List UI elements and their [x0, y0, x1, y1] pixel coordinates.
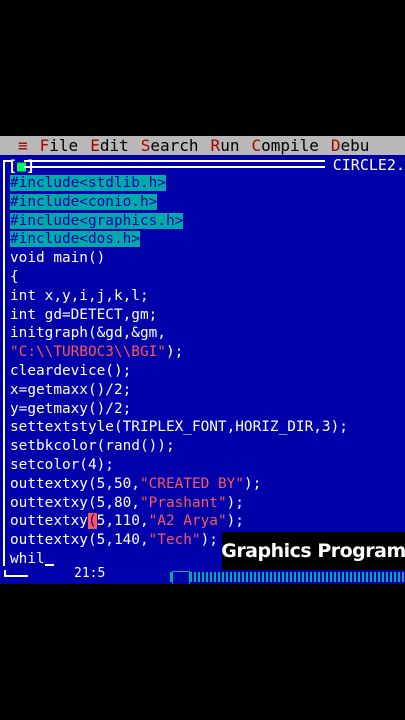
- string-literal: "Tech": [148, 532, 201, 549]
- code-text: 5,110,: [96, 513, 149, 530]
- horizontal-scrollbar[interactable]: [170, 572, 405, 582]
- code-text: outtextxy(5,140,: [10, 532, 149, 549]
- turbo-c-editor-screen: ≡ File Edit Search Run Compile Debu [■] …: [0, 136, 405, 584]
- menu-debug[interactable]: Debu: [331, 136, 370, 155]
- menu-run[interactable]: Run: [211, 136, 240, 155]
- insert-caret: [44, 563, 54, 566]
- code-line: settextstyle(TRIPLEX_FONT,HORIZ_DIR,3);: [10, 419, 348, 436]
- code-editor[interactable]: #include<stdlib.h> #include<conio.h> #in…: [10, 174, 348, 569]
- code-text: whil: [10, 550, 45, 567]
- code-line: outtextxy(5,50,"CREATED BY");: [10, 475, 348, 494]
- selected-code: #include<conio.h>: [10, 193, 158, 210]
- menu-file-hotkey: F: [39, 136, 50, 155]
- window-left-border: [3, 174, 5, 566]
- code-line: outtextxy(5,110,"A2 Arya");: [10, 512, 348, 531]
- window-frame-bottom-corner: [4, 570, 28, 577]
- title-double-line: [24, 160, 325, 168]
- code-line: setcolor(4);: [10, 456, 114, 473]
- menu-file[interactable]: File: [40, 136, 79, 155]
- menu-edit[interactable]: Edit: [90, 136, 129, 155]
- code-text: outtextxy: [10, 513, 88, 530]
- menu-search-label: earch: [150, 136, 199, 155]
- string-literal: "C:\\TURBOC3\\BGI": [10, 344, 166, 361]
- close-bracket-left: [: [8, 157, 18, 175]
- code-line: outtextxy(5,80,"Prashant");: [10, 494, 348, 513]
- code-line: int x,y,i,j,k,l;: [10, 287, 149, 304]
- code-line: void main(): [10, 250, 106, 267]
- menu-search-hotkey: S: [140, 136, 151, 155]
- system-menu-icon[interactable]: ≡: [18, 136, 28, 155]
- menu-search[interactable]: Search: [141, 136, 199, 155]
- code-line: setbkcolor(rand());: [10, 438, 175, 455]
- cursor-position: 21:5: [74, 566, 106, 581]
- code-line: {: [10, 268, 19, 285]
- code-line: x=getmaxx()/2;: [10, 381, 132, 398]
- menu-debug-hotkey: D: [330, 136, 341, 155]
- code-text: );: [226, 494, 244, 511]
- code-text: );: [243, 475, 262, 492]
- menu-debug-label: ebu: [340, 136, 370, 155]
- menu-file-label: ile: [49, 136, 79, 155]
- selected-code: #include<stdlib.h>: [10, 175, 166, 191]
- string-literal: "Prashant": [139, 494, 227, 511]
- code-text: outtextxy(5,80,: [10, 494, 140, 511]
- code-text: );: [200, 532, 218, 549]
- menu-edit-hotkey: E: [90, 136, 100, 155]
- code-line: #include<stdlib.h>: [10, 174, 348, 193]
- text-cursor: (: [87, 513, 97, 530]
- menu-run-hotkey: R: [210, 136, 221, 155]
- video-caption-overlay: Graphics Program: [221, 532, 405, 570]
- menu-compile-hotkey: C: [251, 136, 262, 155]
- menu-bar: ≡ File Edit Search Run Compile Debu: [0, 136, 405, 155]
- selected-code: #include<graphics.h>: [10, 212, 184, 229]
- window-filename: CIRCLE2.: [326, 156, 405, 174]
- code-text: outtextxy(5,50,: [10, 475, 140, 492]
- string-literal: "CREATED BY": [139, 475, 244, 492]
- code-line: initgraph(&gd,&gm,: [10, 325, 166, 342]
- code-line: cleardevice();: [10, 362, 132, 379]
- menu-compile[interactable]: Compile: [251, 136, 318, 155]
- code-line: #include<dos.h>: [10, 230, 348, 249]
- menu-edit-label: dit: [99, 136, 129, 155]
- code-line: y=getmaxy()/2;: [10, 400, 132, 417]
- code-line: #include<conio.h>: [10, 193, 348, 212]
- status-bar: 21:5: [0, 566, 405, 584]
- string-literal: "A2 Arya": [148, 513, 227, 530]
- menu-run-label: un: [220, 136, 240, 155]
- selected-code: #include<dos.h>: [10, 231, 140, 248]
- code-line: #include<graphics.h>: [10, 212, 348, 231]
- code-line: "C:\\TURBOC3\\BGI");: [10, 343, 348, 362]
- menu-compile-label: ompile: [261, 136, 319, 155]
- code-text: );: [165, 344, 184, 361]
- code-text: );: [226, 513, 244, 530]
- editor-window-title-bar: [■] CIRCLE2.: [0, 156, 405, 176]
- scrollbar-thumb[interactable]: [172, 571, 190, 584]
- code-line: int gd=DETECT,gm;: [10, 306, 158, 323]
